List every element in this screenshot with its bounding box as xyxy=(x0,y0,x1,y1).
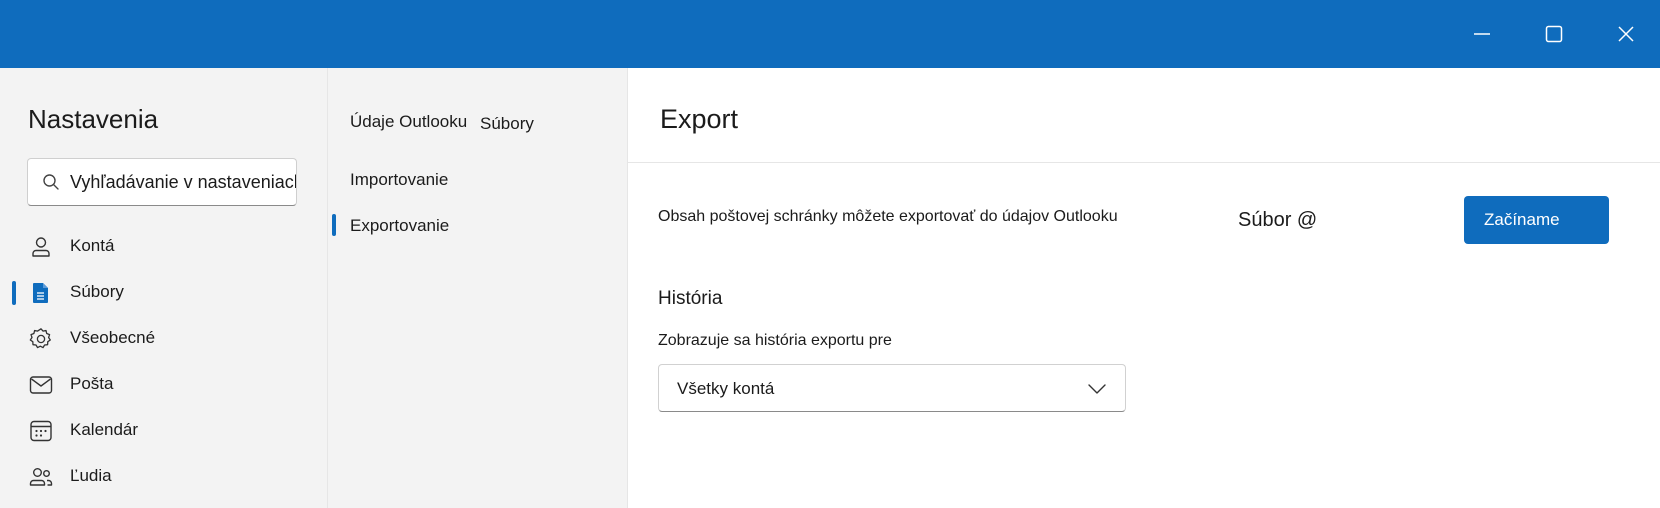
header-divider xyxy=(628,162,1660,163)
subnav-item-label: Exportovanie xyxy=(350,216,450,235)
selection-indicator xyxy=(12,281,16,305)
maximize-icon xyxy=(1545,25,1563,43)
subnav-pane: Údaje Outlooku Súbory Importovanie Expor… xyxy=(327,68,627,508)
dropdown-selected-value: Všetky kontá xyxy=(677,379,775,398)
maximize-button[interactable] xyxy=(1534,14,1574,54)
export-content: Export Obsah poštovej schránky môžete ex… xyxy=(627,68,1660,508)
sidebar-item-label: Ľudia xyxy=(70,466,112,485)
people-icon xyxy=(28,464,54,490)
minimize-button[interactable] xyxy=(1462,14,1502,54)
sidebar-item-general[interactable]: Všeobecné xyxy=(0,316,327,360)
sidebar-item-files[interactable]: Súbory xyxy=(0,270,327,314)
sidebar-item-accounts[interactable]: Kontá xyxy=(0,224,327,268)
history-heading: História xyxy=(658,288,723,309)
sidebar-item-label: Kalendár xyxy=(70,420,139,439)
sidebar-item-mail[interactable]: Pošta xyxy=(0,362,327,406)
history-account-dropdown[interactable]: Všetky kontá xyxy=(658,364,1126,412)
sidebar-item-people[interactable]: Ľudia xyxy=(0,454,327,498)
export-description: Obsah poštovej schránky môžete exportova… xyxy=(658,208,1118,225)
sidebar-item-calendar[interactable]: Kalendár xyxy=(0,408,327,452)
selection-indicator xyxy=(332,214,336,236)
subnav-item-import[interactable]: Importovanie xyxy=(328,160,628,200)
subnav-group-header: Údaje Outlooku Súbory xyxy=(350,112,534,133)
search-icon xyxy=(43,174,59,190)
sidebar-item-label: Súbory xyxy=(70,282,124,301)
subnav-item-export[interactable]: Exportovanie xyxy=(328,206,628,246)
export-target-label: Súbor @ xyxy=(1238,209,1318,231)
sidebar-item-label: Pošta xyxy=(70,374,114,393)
subnav-group-secondary: Súbory xyxy=(480,114,534,133)
settings-sidebar: Nastavenia Kontá Súbory xyxy=(0,68,327,508)
mail-icon xyxy=(28,372,54,398)
document-icon xyxy=(28,280,54,306)
sidebar-item-label: Všeobecné xyxy=(70,328,156,347)
gear-icon xyxy=(28,326,54,352)
calendar-icon xyxy=(28,418,54,444)
close-icon xyxy=(1618,26,1634,42)
close-button[interactable] xyxy=(1606,14,1646,54)
minimize-icon xyxy=(1474,33,1490,35)
subnav-group-title: Údaje Outlooku xyxy=(350,112,468,131)
chevron-down-icon xyxy=(1088,384,1106,394)
title-bar xyxy=(0,0,1660,68)
settings-search-box[interactable] xyxy=(27,158,297,206)
subnav-item-label: Importovanie xyxy=(350,170,449,189)
settings-title: Nastavenia xyxy=(28,104,159,134)
history-account-label: Zobrazuje sa história exportu pre xyxy=(658,332,892,349)
page-title: Export xyxy=(660,104,739,134)
settings-search-input[interactable] xyxy=(70,159,296,205)
start-export-button[interactable]: Začíname xyxy=(1464,196,1609,244)
person-icon xyxy=(28,234,54,260)
sidebar-item-label: Kontá xyxy=(70,236,115,255)
